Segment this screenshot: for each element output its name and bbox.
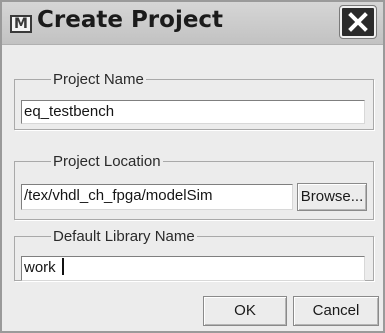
project-name-legend: Project Name — [53, 71, 144, 88]
browse-button[interactable]: Browse... — [297, 183, 367, 211]
ok-button[interactable]: OK — [203, 296, 287, 326]
default-library-legend: Default Library Name — [53, 228, 195, 245]
project-location-group: Project Location /tex/vhdl_ch_fpga/model… — [14, 154, 374, 220]
create-project-dialog: M Create Project Project Name eq_testben… — [0, 0, 385, 333]
text-caret — [61, 258, 64, 275]
modelsim-app-icon: M — [10, 15, 32, 33]
cancel-button[interactable]: Cancel — [293, 296, 379, 326]
default-library-value: work — [24, 259, 56, 276]
dialog-title: Create Project — [37, 7, 224, 33]
default-library-group: Default Library Name work — [14, 229, 374, 281]
default-library-field[interactable]: work — [21, 256, 365, 281]
close-icon — [348, 12, 368, 32]
project-name-field[interactable]: eq_testbench — [21, 100, 365, 124]
title-bar[interactable]: M Create Project — [2, 2, 383, 45]
project-location-legend: Project Location — [53, 153, 161, 170]
project-location-field[interactable]: /tex/vhdl_ch_fpga/modelSim — [21, 184, 293, 210]
project-name-group: Project Name eq_testbench — [14, 72, 374, 130]
close-button[interactable] — [339, 5, 377, 39]
